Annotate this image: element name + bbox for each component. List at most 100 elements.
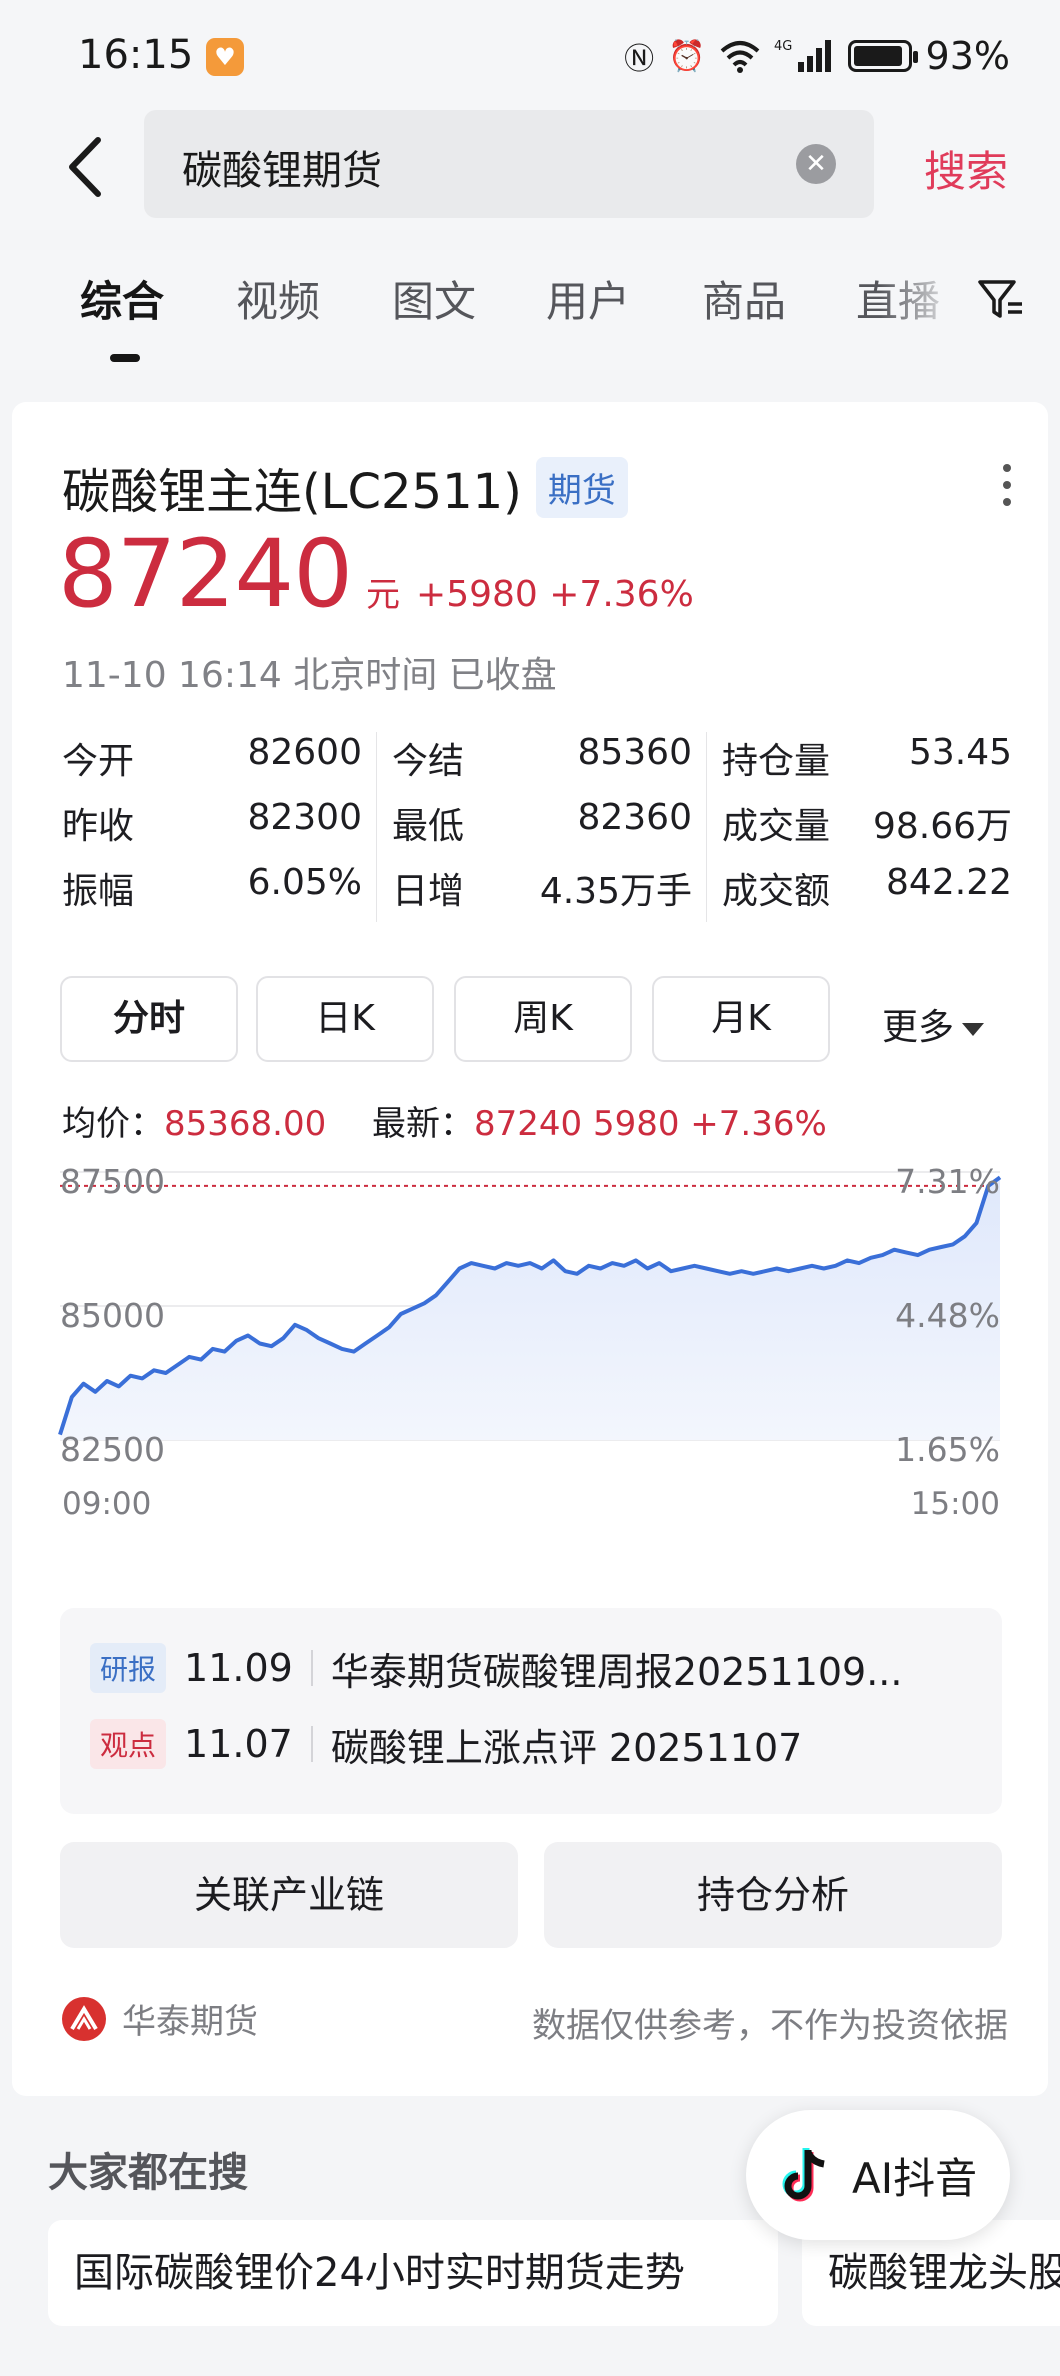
search-button[interactable]: 搜索 <box>924 138 1008 199</box>
tab-products[interactable]: 商品 <box>702 268 786 329</box>
stats-column-3: 持仓量 53.45 成交量 98.66万 成交额 842.22 <box>722 732 1012 922</box>
status-bar: 16:15 ♥ Ⓝ ⏰ 4G 93% <box>0 0 1060 110</box>
back-arrow-icon[interactable] <box>58 132 118 202</box>
intraday-chart[interactable]: 87500 85000 82500 7.31% 4.48% 1.65% 09:0… <box>12 1162 1048 1522</box>
news-title[interactable]: 碳酸锂上涨点评 20251107 <box>331 1717 803 1772</box>
disclaimer-text: 数据仅供参考，不作为投资依据 <box>532 2006 1008 2046</box>
filter-icon[interactable] <box>976 274 1026 324</box>
x-tick-label: 15:00 <box>910 1486 1000 1522</box>
search-input[interactable]: 碳酸锂期货 ✕ <box>144 110 874 218</box>
stat-value: 98.66万 <box>872 806 1012 847</box>
tab-image-text[interactable]: 图文 <box>392 268 476 329</box>
stats-column-2: 今结 85360 最低 82360 日增 4.35万手 <box>392 732 692 922</box>
news-date: 11.07 <box>184 1722 293 1766</box>
price-row: 87240 元 +5980 +7.36% <box>58 520 694 629</box>
stat-open: 今开 82600 <box>62 732 362 792</box>
alarm-icon: ⏰ <box>668 38 706 74</box>
stat-label: 昨收 <box>62 806 135 847</box>
stat-value: 85360 <box>577 732 692 773</box>
intraday-chart-svg <box>58 1171 1002 1441</box>
industry-chain-button[interactable]: 关联产业链 <box>60 1842 518 1948</box>
price-unit: 元 <box>366 575 401 615</box>
battery-icon <box>847 40 918 72</box>
stat-value: 82300 <box>247 797 362 838</box>
stat-amplitude: 振幅 6.05% <box>62 862 362 922</box>
stats-divider <box>376 732 377 922</box>
status-indicators: Ⓝ ⏰ 4G 93% <box>624 32 1010 80</box>
stat-label: 持仓量 <box>722 741 831 782</box>
stat-prev-close: 昨收 82300 <box>62 797 362 857</box>
news-separator <box>310 1726 313 1762</box>
result-tabs: 综合 视频 图文 用户 商品 直播 <box>0 250 1060 370</box>
instrument-title: 碳酸锂主连(LC2511) <box>62 464 522 520</box>
stat-label: 今结 <box>392 741 465 782</box>
stats-column-1: 今开 82600 昨收 82300 振幅 6.05% <box>62 732 362 922</box>
news-title[interactable]: 华泰期货碳酸锂周报20251109... <box>331 1641 903 1696</box>
stat-label: 成交量 <box>722 806 831 847</box>
network-type-label: 4G <box>774 39 792 54</box>
price-change: +5980 +7.36% <box>416 574 694 615</box>
clear-icon[interactable]: ✕ <box>796 144 836 184</box>
position-analysis-button[interactable]: 持仓分析 <box>544 1842 1002 1948</box>
avg-value: 85368.00 <box>164 1104 327 1144</box>
tab-users[interactable]: 用户 <box>546 268 630 329</box>
more-options-icon[interactable] <box>992 460 1022 510</box>
stat-label: 日增 <box>392 871 465 912</box>
trending-search-chip[interactable]: 国际碳酸锂价24小时实时期货走势 <box>48 2220 778 2326</box>
stat-label: 成交额 <box>722 871 831 912</box>
tab-weekly-k[interactable]: 周K <box>454 976 632 1062</box>
active-tab-indicator <box>110 354 140 362</box>
stat-label: 今开 <box>62 741 135 782</box>
data-source[interactable]: 华泰期货 <box>60 1994 258 2043</box>
futures-type-badge: 期货 <box>535 456 628 518</box>
tab-monthly-k[interactable]: 月K <box>652 976 830 1062</box>
douyin-logo-icon <box>782 2148 825 2202</box>
avg-label: 均价： <box>62 1104 164 1144</box>
y-tick-label: 82500 <box>60 1430 165 1469</box>
stat-value: 842.22 <box>886 862 1012 903</box>
tab-daily-k[interactable]: 日K <box>256 976 434 1062</box>
latest-label: 最新： <box>372 1104 474 1144</box>
ai-douyin-label: AI抖音 <box>852 2153 978 2203</box>
y-tick-label: 85000 <box>60 1296 165 1335</box>
latest-price-row: 最新：87240 5980 +7.36% <box>372 1096 827 1145</box>
news-date: 11.09 <box>184 1646 293 1690</box>
search-header: 碳酸锂期货 ✕ 搜索 <box>0 110 1060 230</box>
tab-fade-overlay <box>880 250 960 360</box>
y-pct-label: 7.31% <box>895 1162 1000 1201</box>
chart-period-tabs: 分时 日K 周K 月K 更多 <box>60 976 1030 1062</box>
stat-volume: 成交量 98.66万 <box>722 797 1012 857</box>
price-area-fill <box>60 1177 1000 1440</box>
stat-value: 6.05% <box>247 862 362 903</box>
news-separator <box>310 1650 313 1686</box>
tab-intraday[interactable]: 分时 <box>60 976 238 1062</box>
ai-douyin-button[interactable]: AI抖音 <box>746 2110 1010 2240</box>
stat-label: 最低 <box>392 806 465 847</box>
stat-daily-increase: 日增 4.35万手 <box>392 862 692 922</box>
more-periods-label: 更多 <box>882 1007 955 1048</box>
chevron-down-icon <box>962 1022 985 1036</box>
huatai-futures-logo-icon <box>62 1996 106 2041</box>
news-item[interactable]: 观点 11.07 碳酸锂上涨点评 20251107 <box>90 1714 802 1774</box>
tab-video[interactable]: 视频 <box>236 268 320 329</box>
stats-divider <box>706 732 707 922</box>
related-news-box: 研报 11.09 华泰期货碳酸锂周报20251109... 观点 11.07 碳… <box>60 1608 1002 1814</box>
stats-grid: 今开 82600 昨收 82300 振幅 6.05% 今结 85360 最低 8… <box>62 732 1012 922</box>
source-name: 华泰期货 <box>122 2002 258 2042</box>
tab-comprehensive[interactable]: 综合 <box>80 268 164 329</box>
stat-value: 53.45 <box>908 732 1012 773</box>
more-periods-dropdown[interactable]: 更多 <box>882 998 985 1050</box>
battery-percent: 93% <box>925 34 1010 78</box>
stat-label: 振幅 <box>62 871 135 912</box>
instrument-title-row: 碳酸锂主连(LC2511) 期货 <box>62 452 628 522</box>
cellular-signal-icon: 4G <box>774 39 831 72</box>
wifi-icon <box>720 41 759 73</box>
stat-value: 4.35万手 <box>539 871 692 912</box>
x-tick-label: 09:00 <box>62 1486 152 1522</box>
search-query-text[interactable]: 碳酸锂期货 <box>182 138 382 196</box>
stat-value: 82360 <box>577 797 692 838</box>
latest-value: 87240 5980 +7.36% <box>474 1104 827 1144</box>
y-pct-label: 1.65% <box>895 1430 1000 1469</box>
news-item[interactable]: 研报 11.09 华泰期货碳酸锂周报20251109... <box>90 1638 902 1698</box>
futures-quote-card[interactable]: 碳酸锂主连(LC2511) 期货 87240 元 +5980 +7.36% 11… <box>12 402 1048 2096</box>
